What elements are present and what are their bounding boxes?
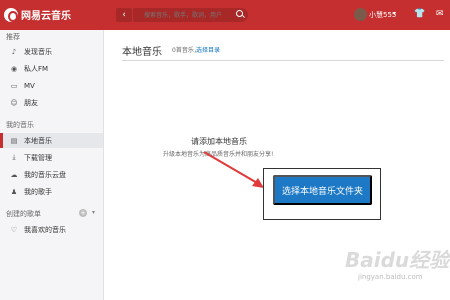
app-window: 网易云音乐 ‹ › 小慧555 ▾ 👕 ✉ 推荐 ♪ 发现音乐 ◉ 私人FM ▭… — [0, 0, 450, 300]
watermark: Baidu经验 — [345, 248, 450, 272]
choose-local-folder-button[interactable]: 选择本地音乐文件夹 — [273, 175, 372, 205]
watermark-url: jingyan.baidu.com — [358, 273, 423, 281]
